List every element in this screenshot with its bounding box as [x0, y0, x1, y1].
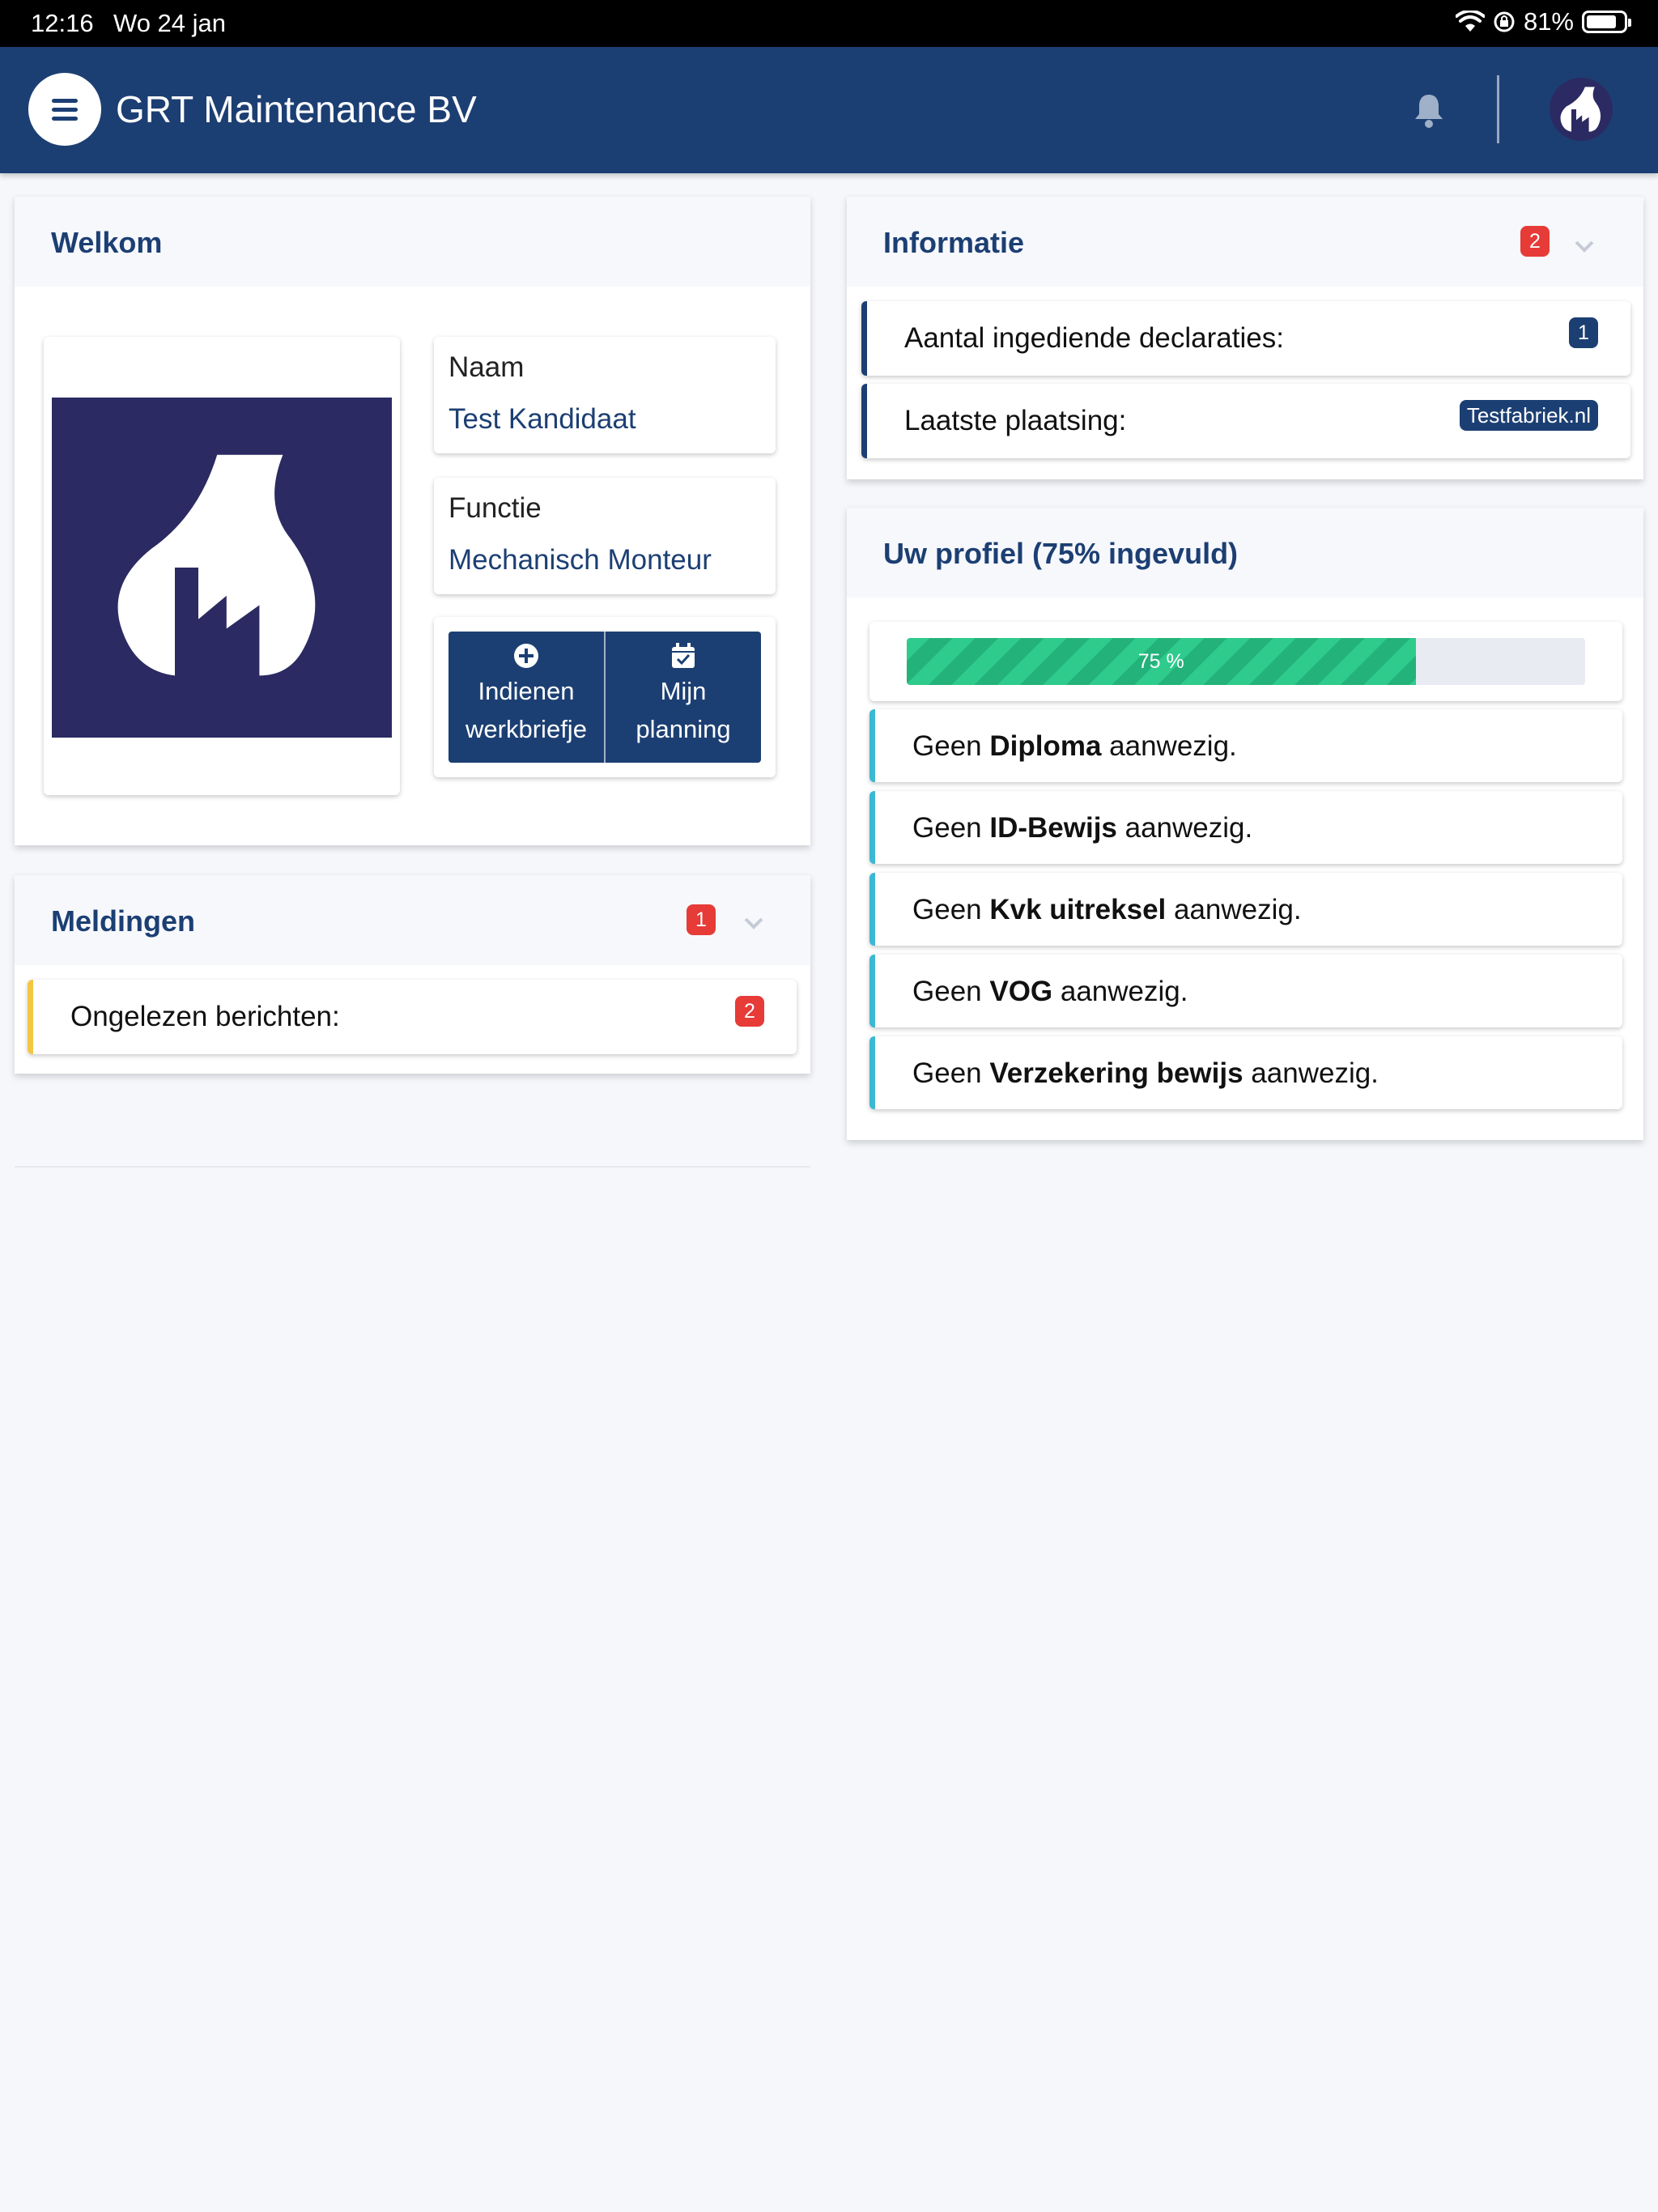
- missing-document-name: Diploma: [989, 730, 1102, 762]
- ongelezen-badge: 2: [735, 996, 764, 1027]
- missing-document-name: Kvk uitreksel: [989, 894, 1167, 925]
- missing-prefix: Geen: [912, 730, 990, 762]
- laatste-plaatsing-label: Laatste plaatsing:: [904, 405, 1127, 436]
- declaraties-badge: 1: [1569, 317, 1598, 348]
- informatie-panel: Informatie 2 Aantal ingediende declarati…: [847, 196, 1643, 479]
- welkom-panel: Welkom Naam Test Kandidaat Functie Mecha…: [15, 196, 810, 845]
- mijn-planning-button[interactable]: Mijn planning: [604, 632, 761, 763]
- profiel-header: Uw profiel (75% ingevuld): [847, 507, 1643, 598]
- status-time: 12:16: [31, 9, 94, 37]
- missing-document-name: VOG: [989, 976, 1053, 1007]
- calendar-check-icon: [672, 643, 695, 668]
- missing-prefix: Geen: [912, 1057, 990, 1089]
- ongelezen-berichten-row[interactable]: Ongelezen berichten: 2: [28, 980, 797, 1054]
- informatie-header[interactable]: Informatie 2: [847, 196, 1643, 287]
- status-bar: 12:16 Wo 24 jan 81%: [0, 0, 1658, 47]
- section-divider: [15, 1166, 810, 1168]
- profiel-missing-text: Geen ID-Bewijs aanwezig.: [912, 812, 1252, 844]
- laatste-plaatsing-row[interactable]: Laatste plaatsing: Testfabriek.nl: [861, 384, 1630, 458]
- factory-logo-icon: [117, 454, 316, 676]
- profiel-missing-text: Geen Kvk uitreksel aanwezig.: [912, 894, 1302, 926]
- functie-value: Mechanisch Monteur: [449, 544, 712, 576]
- missing-suffix: aanwezig.: [1101, 730, 1237, 762]
- welkom-header: Welkom: [15, 196, 810, 287]
- planning-label-line1: Mijn: [660, 677, 707, 705]
- missing-suffix: aanwezig.: [1166, 894, 1302, 925]
- actions-card: Indienen werkbriefje Mijn planning: [434, 617, 776, 777]
- progress-label: 75 %: [1137, 649, 1184, 673]
- status-date: Wo 24 jan: [113, 9, 227, 37]
- profiel-missing-item[interactable]: Geen Diploma aanwezig.: [869, 709, 1622, 782]
- indienen-label-line2: werkbriefje: [466, 715, 587, 743]
- indienen-werkbriefje-button[interactable]: Indienen werkbriefje: [449, 632, 604, 763]
- action-buttons: Indienen werkbriefje Mijn planning: [449, 632, 761, 763]
- profile-progress-bar: 75 %: [907, 638, 1585, 685]
- profiel-missing-item[interactable]: Geen VOG aanwezig.: [869, 955, 1622, 1027]
- factory-logo-icon: [1560, 87, 1601, 132]
- meldingen-count-badge: 1: [687, 904, 716, 935]
- declaraties-row[interactable]: Aantal ingediende declaraties: 1: [861, 301, 1630, 376]
- missing-document-name: Verzekering bewijs: [989, 1057, 1244, 1089]
- laatste-plaatsing-badge: Testfabriek.nl: [1459, 400, 1598, 431]
- menu-button[interactable]: [28, 73, 101, 146]
- profiel-missing-item[interactable]: Geen ID-Bewijs aanwezig.: [869, 791, 1622, 864]
- missing-suffix: aanwezig.: [1052, 976, 1188, 1007]
- chevron-down-icon[interactable]: [743, 916, 764, 930]
- indienen-label-line1: Indienen: [478, 677, 575, 705]
- status-indicators: 81%: [1455, 7, 1631, 36]
- app-title: GRT Maintenance BV: [116, 88, 477, 130]
- functie-label: Functie: [449, 492, 542, 524]
- company-logo: [52, 398, 392, 738]
- missing-prefix: Geen: [912, 812, 990, 844]
- progress-card: 75 %: [869, 622, 1622, 701]
- profiel-missing-text: Geen Diploma aanwezig.: [912, 730, 1237, 763]
- profiel-panel: Uw profiel (75% ingevuld) 75 % Geen Dipl…: [847, 507, 1643, 1140]
- naam-label: Naam: [449, 351, 525, 383]
- profiel-missing-item[interactable]: Geen Verzekering bewijs aanwezig.: [869, 1036, 1622, 1109]
- header-divider: [1497, 75, 1499, 143]
- functie-card: Functie Mechanisch Monteur: [434, 478, 776, 594]
- declaraties-label: Aantal ingediende declaraties:: [904, 322, 1284, 354]
- bell-icon[interactable]: [1413, 91, 1445, 129]
- wifi-icon: [1455, 11, 1485, 32]
- profile-progress-fill: 75 %: [907, 638, 1416, 685]
- profiel-missing-text: Geen VOG aanwezig.: [912, 976, 1188, 1008]
- informatie-count-badge: 2: [1520, 226, 1550, 257]
- battery-percent: 81%: [1523, 7, 1574, 36]
- meldingen-header[interactable]: Meldingen 1: [15, 874, 810, 965]
- naam-card: Naam Test Kandidaat: [434, 337, 776, 453]
- planning-label-line2: planning: [636, 715, 731, 743]
- naam-value: Test Kandidaat: [449, 403, 636, 435]
- ongelezen-label: Ongelezen berichten:: [70, 1001, 340, 1032]
- company-logo-card: [44, 337, 400, 795]
- missing-prefix: Geen: [912, 976, 990, 1007]
- informatie-title: Informatie: [883, 226, 1025, 259]
- missing-suffix: aanwezig.: [1243, 1057, 1379, 1089]
- battery-icon: [1582, 11, 1631, 33]
- profiel-missing-text: Geen Verzekering bewijs aanwezig.: [912, 1057, 1379, 1090]
- orientation-lock-icon: [1494, 11, 1515, 32]
- missing-suffix: aanwezig.: [1116, 812, 1253, 844]
- welkom-title: Welkom: [51, 226, 163, 259]
- profiel-missing-item[interactable]: Geen Kvk uitreksel aanwezig.: [869, 873, 1622, 946]
- meldingen-title: Meldingen: [51, 904, 195, 938]
- avatar[interactable]: [1550, 78, 1613, 141]
- missing-document-name: ID-Bewijs: [989, 812, 1117, 844]
- chevron-down-icon[interactable]: [1574, 239, 1595, 253]
- app-header: GRT Maintenance BV: [0, 47, 1658, 173]
- hamburger-icon: [52, 98, 78, 103]
- plus-circle-icon: [514, 644, 538, 668]
- meldingen-panel: Meldingen 1 Ongelezen berichten: 2: [15, 874, 810, 1074]
- missing-prefix: Geen: [912, 894, 990, 925]
- profiel-title: Uw profiel (75% ingevuld): [883, 537, 1239, 570]
